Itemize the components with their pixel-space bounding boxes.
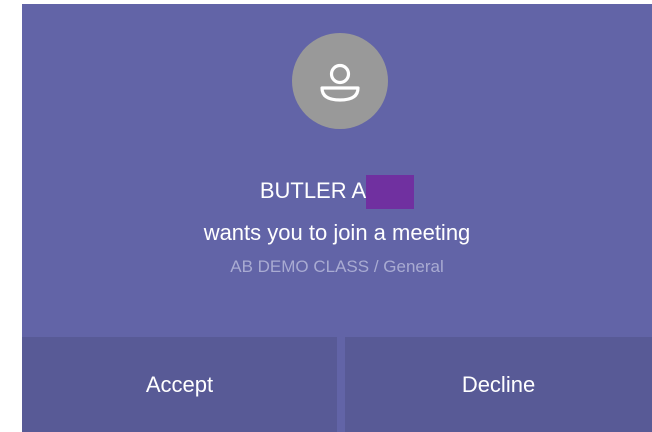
- incoming-call-dialog: BUTLER A wants you to join a meeting AB …: [22, 4, 652, 432]
- decline-button[interactable]: Decline: [345, 337, 652, 432]
- caller-avatar: [292, 33, 388, 129]
- redacted-name-block: [366, 175, 415, 209]
- accept-button[interactable]: Accept: [22, 337, 337, 432]
- call-message: wants you to join a meeting: [203, 220, 471, 245]
- caller-name: BUTLER A: [259, 178, 367, 203]
- person-icon: [320, 63, 360, 102]
- caller-line: BUTLER A: [22, 175, 652, 209]
- call-actions: Accept Decline: [22, 337, 652, 432]
- meeting-channel: AB DEMO CLASS / General: [230, 257, 444, 276]
